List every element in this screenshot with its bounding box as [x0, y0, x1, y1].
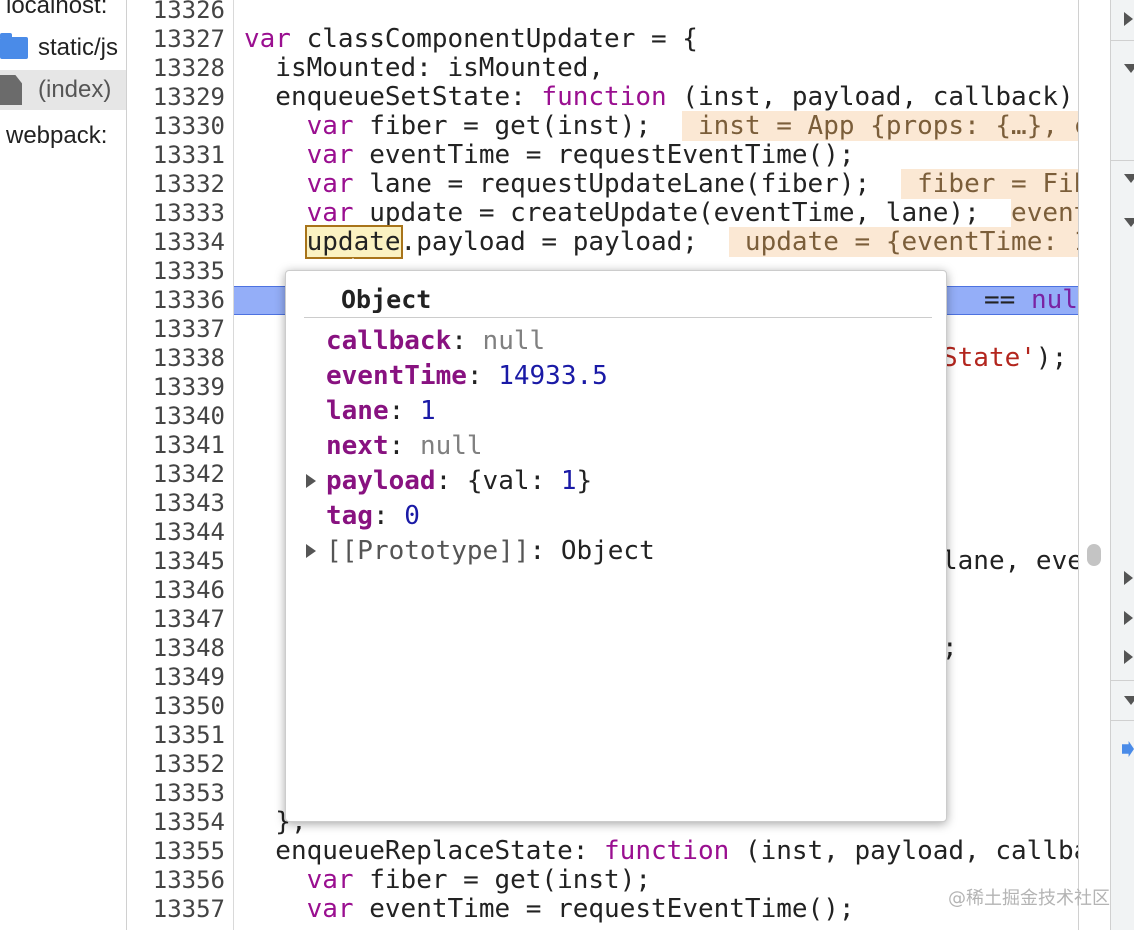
line-number[interactable]: 13335: [153, 257, 225, 286]
line-number[interactable]: 13330: [153, 112, 225, 141]
line-number[interactable]: 13350: [153, 692, 225, 721]
line-number[interactable]: 13345: [153, 547, 225, 576]
expand-arrow-icon[interactable]: [306, 544, 316, 558]
line-number[interactable]: 13342: [153, 460, 225, 489]
line-number[interactable]: 13341: [153, 431, 225, 460]
expand-arrow-icon[interactable]: [306, 474, 316, 488]
inline-value: inst = App {props: {…}, context: [682, 111, 1078, 141]
code-line: State');: [942, 343, 1068, 373]
line-number[interactable]: 13352: [153, 750, 225, 779]
property-row: next: null: [326, 431, 483, 461]
divider: [1110, 680, 1134, 681]
code-line: var classComponentUpdater = {: [244, 24, 698, 54]
code-line: var eventTime = requestEventTime();: [306, 140, 855, 170]
line-number[interactable]: 13331: [153, 141, 225, 170]
line-number[interactable]: 13348: [153, 634, 225, 663]
hovered-token[interactable]: update: [304, 225, 403, 259]
property-row: tag: 0: [326, 501, 420, 531]
collapse-arrow-icon[interactable]: [1124, 218, 1134, 227]
line-number[interactable]: 13351: [153, 721, 225, 750]
line-number[interactable]: 13328: [153, 54, 225, 83]
expand-arrow-icon[interactable]: [1124, 12, 1133, 26]
nav-item-index[interactable]: (index): [0, 70, 126, 110]
divider: [1110, 160, 1134, 161]
line-number[interactable]: 13333: [153, 199, 225, 228]
divider: [1110, 40, 1134, 41]
expand-arrow-icon[interactable]: [1124, 650, 1133, 664]
code-line: lane, eve: [942, 546, 1078, 576]
property-row: lane: 1: [326, 396, 436, 426]
folder-icon: [0, 33, 28, 59]
code-line: var fiber = get(inst); inst = App {props…: [244, 111, 1078, 141]
line-number-gutter[interactable]: 13326 13327 13328 13329 13330 13331 13332 13333…: [127, 0, 234, 930]
property-row-prototype[interactable]: [[Prototype]]: Object: [326, 535, 655, 567]
file-navigator: localhost: static/js (index) webpack:: [0, 0, 127, 930]
object-popover: Object callback: null eventTime: 14933.5…: [285, 270, 947, 822]
line-number[interactable]: 13349: [153, 663, 225, 692]
inline-value: fiber = FiberNode: [901, 169, 1078, 199]
line-number[interactable]: 13336: [153, 286, 225, 315]
line-number[interactable]: 13343: [153, 489, 225, 518]
line-number[interactable]: 13346: [153, 576, 225, 605]
code-line: var fiber = get(inst);: [306, 865, 652, 895]
line-number[interactable]: 13334: [153, 228, 225, 257]
line-number[interactable]: 13337: [153, 315, 225, 344]
collapse-arrow-icon[interactable]: [1124, 64, 1134, 73]
code-line: var eventTime = requestEventTime();: [306, 894, 855, 924]
line-number[interactable]: 13339: [153, 373, 225, 402]
inline-value: update = {eventTime: 14933.5: [729, 227, 1078, 257]
line-number[interactable]: 13353: [153, 779, 225, 808]
code-line: == null): [984, 285, 1078, 315]
code-line: enqueueSetState: function (inst, payload…: [244, 82, 1078, 112]
nav-item-static-js[interactable]: static/js: [0, 28, 118, 68]
expand-arrow-icon[interactable]: [1124, 611, 1133, 625]
divider: [1110, 720, 1134, 721]
property-row-payload[interactable]: payload: {val: 1}: [326, 465, 592, 497]
property-row: callback: null: [326, 326, 546, 356]
code-line: var lane = requestUpdateLane(fiber); fib…: [244, 169, 1078, 199]
line-number[interactable]: 13357: [153, 895, 225, 924]
line-number[interactable]: 13327: [153, 25, 225, 54]
code-line: update.payload = payload; update = {even…: [244, 225, 1078, 259]
line-number[interactable]: 13340: [153, 402, 225, 431]
nav-item-webpack[interactable]: webpack:: [0, 116, 107, 156]
nav-item-localhost[interactable]: localhost:: [0, 0, 107, 26]
debugger-sidebar: [1110, 0, 1134, 930]
expand-arrow-icon[interactable]: [1124, 571, 1133, 585]
file-icon: [0, 75, 22, 105]
popover-title: Object: [341, 285, 432, 314]
line-number[interactable]: 13329: [153, 83, 225, 112]
line-number[interactable]: 13355: [153, 837, 225, 866]
code-line: enqueueReplaceState: function (inst, pay…: [244, 836, 1078, 866]
nav-item-label: webpack:: [6, 122, 108, 149]
collapse-arrow-icon[interactable]: [1124, 174, 1134, 183]
nav-item-label: (index): [38, 76, 112, 103]
line-number[interactable]: 13332: [153, 170, 225, 199]
line-number[interactable]: 13326: [153, 0, 225, 25]
code-line: isMounted: isMounted,: [244, 53, 605, 83]
code-line: var update = createUpdate(eventTime, lan…: [244, 198, 1078, 228]
nav-item-label: localhost:: [6, 0, 108, 19]
nav-item-label: static/js: [38, 34, 119, 61]
inline-value: eventTime: [1011, 198, 1078, 228]
line-number[interactable]: 13347: [153, 605, 225, 634]
watermark: @稀土掘金技术社区: [948, 888, 1110, 909]
line-number[interactable]: 13354: [153, 808, 225, 837]
scrollbar-thumb[interactable]: [1087, 544, 1101, 566]
line-number[interactable]: 13338: [153, 344, 225, 373]
line-number[interactable]: 13344: [153, 518, 225, 547]
property-row: eventTime: 14933.5: [326, 361, 608, 391]
divider: [304, 317, 932, 318]
collapse-arrow-icon[interactable]: [1124, 696, 1134, 705]
line-number[interactable]: 13356: [153, 866, 225, 895]
